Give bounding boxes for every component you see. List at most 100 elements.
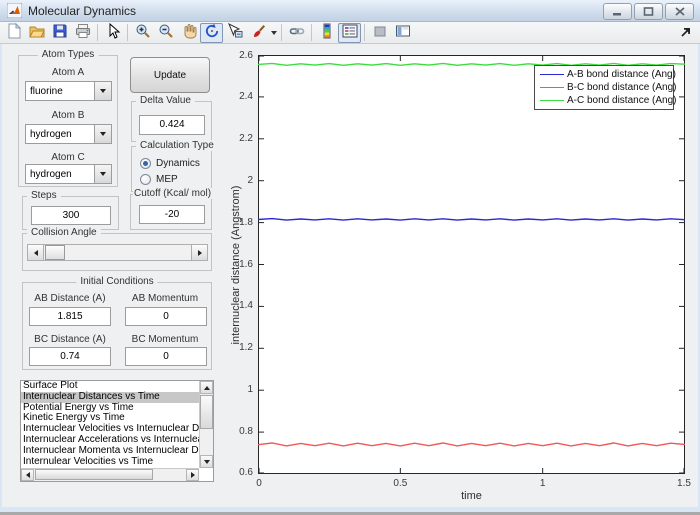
arrow-up-icon	[204, 386, 210, 390]
bc-distance-label: BC Distance (A)	[25, 334, 115, 345]
pan-button[interactable]	[177, 23, 200, 43]
atom-b-label: Atom B	[19, 110, 117, 121]
legend-entry[interactable]: B-C bond distance (Ang)	[537, 81, 671, 94]
rotate-icon	[204, 23, 220, 42]
insert-colorbar-button[interactable]	[315, 23, 338, 43]
colorbar-icon	[319, 23, 335, 42]
steps-title: Steps	[27, 190, 61, 201]
listbox-vertical-scrollbar[interactable]	[199, 381, 213, 468]
title-bar[interactable]: Molecular Dynamics	[0, 0, 700, 22]
print-figure-button[interactable]	[71, 23, 94, 43]
window-bottom-border	[0, 507, 700, 512]
bc-momentum-label: BC Momentum	[121, 334, 209, 345]
delta-value-panel: Delta Value 0.424	[131, 101, 212, 142]
zoom-out-button[interactable]	[154, 23, 177, 43]
slider-left-button[interactable]	[28, 245, 44, 260]
cutoff-panel: Cutoff (Kcal/ mol) -20	[130, 194, 212, 230]
close-icon	[675, 7, 685, 16]
scroll-down-button[interactable]	[200, 455, 213, 468]
rotate-3d-button[interactable]	[200, 23, 223, 43]
save-figure-button[interactable]	[48, 23, 71, 43]
list-item[interactable]: Internuclear Momenta vs Internuclear Dis…	[21, 446, 199, 457]
open-folder-icon	[29, 23, 45, 42]
atom-c-dropdown-button[interactable]	[94, 165, 111, 183]
scroll-left-button[interactable]	[21, 469, 34, 481]
horizontal-scroll-thumb[interactable]	[35, 469, 153, 480]
toolbar-separator	[311, 24, 312, 41]
minimize-button[interactable]	[603, 3, 632, 20]
radio-dynamics[interactable]: Dynamics	[140, 158, 200, 169]
x-tick-label: 1	[525, 478, 561, 489]
atom-a-dropdown[interactable]: fluorine	[25, 81, 112, 101]
collision-angle-panel: Collision Angle	[22, 233, 212, 271]
link-plot-button[interactable]	[285, 23, 308, 43]
list-item[interactable]: Internulear Velocities vs Time	[21, 457, 199, 468]
arrow-right-icon	[191, 472, 195, 478]
toolbar-separator	[97, 24, 98, 41]
brush-button[interactable]	[246, 23, 269, 43]
plot-area[interactable]: 0.60.811.21.41.61.822.22.42.6 00.511.5 i…	[258, 55, 685, 474]
open-file-button[interactable]	[25, 23, 48, 43]
y-tick-label: 1	[221, 384, 253, 395]
hand-icon	[181, 23, 197, 42]
edit-plot-button[interactable]	[101, 23, 124, 43]
steps-field[interactable]: 300	[31, 206, 111, 225]
list-item[interactable]: Internuclear Distances vs Time	[21, 392, 199, 403]
new-figure-button[interactable]	[2, 23, 25, 43]
slider-right-button[interactable]	[191, 245, 207, 260]
zoom-in-button[interactable]	[131, 23, 154, 43]
bc-distance-field[interactable]: 0.74	[29, 347, 111, 366]
delta-value-field[interactable]: 0.424	[139, 115, 205, 135]
atom-c-dropdown[interactable]: hydrogen	[25, 164, 112, 184]
chart-legend[interactable]: A-B bond distance (Ang)B-C bond distance…	[534, 65, 674, 110]
ab-momentum-label: AB Momentum	[121, 293, 209, 304]
plot-canvas[interactable]	[258, 55, 685, 474]
radio-button-icon[interactable]	[140, 158, 151, 169]
radio-button-icon[interactable]	[140, 174, 151, 185]
toolbar-overflow-button[interactable]	[680, 26, 692, 38]
slider-thumb[interactable]	[45, 245, 65, 260]
radio-label: Dynamics	[156, 158, 200, 169]
ab-distance-field[interactable]: 1.815	[29, 307, 111, 326]
bc-momentum-field[interactable]: 0	[125, 347, 207, 366]
y-tick-label: 2.2	[221, 133, 253, 144]
update-button[interactable]: Update	[130, 57, 210, 93]
radio-mep[interactable]: MEP	[140, 174, 178, 185]
printer-icon	[75, 23, 91, 42]
app-window: Molecular Dynamics Atom Types Atom A	[0, 0, 700, 512]
show-plot-tools-button[interactable]	[391, 23, 414, 43]
legend-box-icon	[342, 23, 358, 42]
scroll-up-button[interactable]	[200, 381, 213, 394]
x-tick-label: 1.5	[666, 478, 700, 489]
scroll-right-button[interactable]	[186, 469, 199, 481]
plot-type-listbox[interactable]: Surface PlotInternuclear Distances vs Ti…	[20, 380, 214, 482]
atom-a-dropdown-button[interactable]	[94, 82, 111, 100]
ab-momentum-field[interactable]: 0	[125, 307, 207, 326]
minimize-icon	[612, 7, 623, 16]
legend-line-sample	[540, 100, 564, 101]
listbox-horizontal-scrollbar[interactable]	[21, 468, 199, 481]
legend-entry[interactable]: A-C bond distance (Ang)	[537, 94, 671, 107]
vertical-scroll-thumb[interactable]	[200, 395, 213, 429]
chevron-down-icon	[271, 31, 277, 35]
save-floppy-icon	[52, 23, 68, 42]
legend-label: A-C bond distance (Ang)	[567, 95, 677, 106]
insert-legend-button[interactable]	[338, 23, 361, 43]
data-cursor-button[interactable]	[223, 23, 246, 43]
close-button[interactable]	[665, 3, 694, 20]
brush-icon	[250, 23, 266, 42]
atom-b-dropdown-button[interactable]	[94, 125, 111, 143]
arrow-left-icon	[34, 250, 38, 256]
maximize-button[interactable]	[634, 3, 663, 20]
collision-angle-slider[interactable]	[27, 244, 208, 261]
legend-entry[interactable]: A-B bond distance (Ang)	[537, 68, 671, 81]
steps-panel: Steps 300	[22, 196, 119, 230]
atom-b-dropdown[interactable]: hydrogen	[25, 124, 112, 144]
cutoff-field[interactable]: -20	[139, 205, 205, 224]
hide-plot-tools-button[interactable]	[368, 23, 391, 43]
x-axis-label: time	[461, 490, 482, 502]
atom-c-label: Atom C	[19, 152, 117, 163]
brush-dropdown-button[interactable]	[269, 23, 278, 43]
legend-label: B-C bond distance (Ang)	[567, 82, 677, 93]
initial-conditions-panel: Initial Conditions AB Distance (A) AB Mo…	[22, 282, 212, 370]
